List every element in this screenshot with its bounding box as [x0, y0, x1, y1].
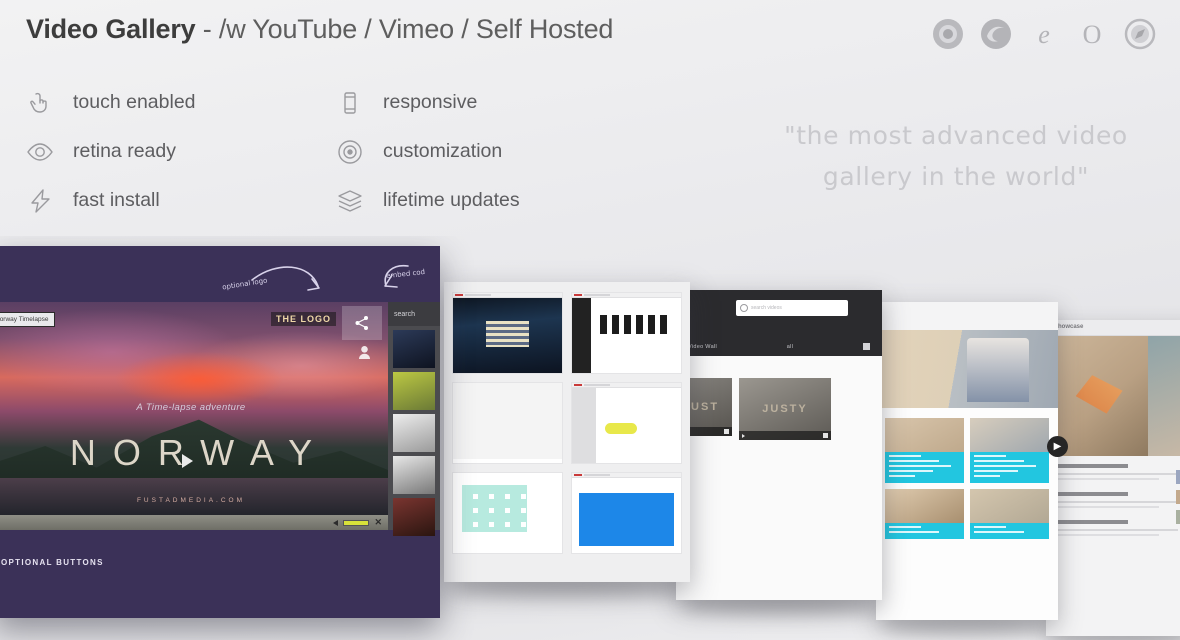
list-item [885, 418, 964, 483]
list-item[interactable] [571, 382, 682, 464]
list-item [885, 489, 964, 539]
eye-icon [24, 136, 56, 168]
feature-label: fast install [73, 189, 160, 211]
search-icon [740, 304, 748, 312]
list-item[interactable] [571, 472, 682, 554]
nav-center-label[interactable]: all [787, 344, 793, 350]
feature-responsive: responsive [334, 78, 644, 127]
dark-panel-body: JUST JUSTY [670, 356, 882, 462]
list-item [970, 489, 1049, 539]
watermark-logo: THE LOGO [271, 312, 336, 326]
list-item [1053, 492, 1180, 508]
grid-panel-cards [444, 282, 690, 564]
list-item[interactable] [393, 414, 435, 452]
internet-explorer-browser-icon: e [1024, 14, 1064, 54]
list-item [1053, 464, 1180, 480]
feature-label: retina ready [73, 140, 176, 162]
layers-stack-icon [334, 185, 366, 217]
showcase-panel-5-title: Showcase [1046, 320, 1180, 336]
list-item[interactable] [393, 498, 435, 536]
close-icon[interactable]: ✕ [374, 518, 382, 527]
quote-line-1: "the most advanced video [784, 121, 1128, 150]
page-title: Video Gallery - /w YouTube / Vimeo / Sel… [26, 14, 613, 45]
showcase-panel-2 [444, 282, 690, 596]
safari-browser-icon [1120, 14, 1160, 54]
list-item[interactable] [393, 330, 435, 368]
close-icon [823, 433, 828, 438]
play-icon[interactable] [182, 454, 193, 468]
list-item[interactable] [452, 382, 563, 464]
page-title-rest: - /w YouTube / Vimeo / Self Hosted [195, 14, 614, 44]
video-title-chip: Norway Timelapse [0, 312, 56, 327]
opera-browser-icon: O [1072, 14, 1112, 54]
firefox-browser-icon [976, 14, 1016, 54]
feature-label: responsive [383, 91, 478, 113]
playlist-sidebar: search [388, 302, 440, 536]
list-item [1053, 520, 1180, 536]
chevron-right-icon[interactable]: ▶ [1047, 436, 1068, 457]
user-icon[interactable] [359, 346, 370, 364]
target-circles-icon [334, 136, 366, 168]
close-icon [724, 429, 729, 434]
cyan-panel-grid [876, 408, 1058, 549]
lightning-bolt-icon [24, 185, 56, 217]
share-icon[interactable] [342, 306, 382, 340]
volume-slider[interactable] [343, 519, 370, 526]
grid-menu-icon[interactable] [863, 343, 870, 350]
video-player-viewport[interactable]: Norway Timelapse THE LOGO A Time-lapse a… [0, 302, 388, 530]
nav-left-label[interactable]: Video Wall [688, 344, 717, 350]
feature-lifetime-updates: lifetime updates [334, 176, 644, 225]
showcase-stage: Showcase ▶ search videos Video Wall all … [0, 236, 1180, 640]
showcase-panel-5-thumbs [1176, 470, 1180, 530]
feature-list: touch enabled responsive retina ready cu… [24, 78, 684, 225]
showcase-panel-3: search videos Video Wall all JUST JUSTY [670, 290, 882, 614]
chrome-browser-icon [928, 14, 968, 54]
footer-note: 50 OPTIONAL BUTTONS [0, 558, 104, 567]
showcase-panel-5-rows [1046, 456, 1180, 556]
svg-text:O: O [1083, 20, 1102, 49]
list-item[interactable] [571, 292, 682, 374]
testimonial-quote: "the most advanced video gallery in the … [746, 116, 1166, 197]
svg-text:e: e [1038, 20, 1050, 49]
page-title-strong: Video Gallery [26, 14, 196, 44]
showcase-panel-4: ▶ [869, 302, 1068, 634]
feature-retina-ready: retina ready [24, 127, 334, 176]
site-watermark: FUSTADMEDIA.COM [136, 497, 246, 504]
sidebar-search-label[interactable]: search [388, 302, 440, 326]
feature-label: touch enabled [73, 91, 196, 113]
play-icon [742, 433, 745, 438]
video-big-word: NORWAY [69, 432, 330, 473]
header-banner: Video Gallery - /w YouTube / Vimeo / Sel… [0, 0, 1180, 250]
video-player-panel: optional logo embed cod Norway Timelapse… [0, 246, 440, 618]
feature-customization: customization [334, 127, 644, 176]
player-footer: 50 OPTIONAL BUTTONS [0, 536, 440, 618]
player-annotations: optional logo embed cod [0, 246, 440, 304]
showcase-panel-5-hero [1046, 336, 1180, 456]
dark-panel-header: search videos Video Wall all [676, 290, 882, 356]
cyan-panel-banner [876, 330, 1058, 408]
browser-support-icons: e O [928, 14, 1160, 54]
search-placeholder: search videos [751, 305, 782, 311]
video-tagline: A Time-lapse adventure [136, 402, 246, 413]
feature-fast-install: fast install [24, 176, 334, 225]
list-item[interactable]: JUSTY [739, 378, 831, 440]
device-mobile-icon [334, 87, 366, 119]
touch-hand-icon [24, 87, 56, 119]
list-item[interactable] [452, 472, 563, 554]
feature-touch-enabled: touch enabled [24, 78, 334, 127]
feature-label: lifetime updates [383, 189, 520, 211]
search-input[interactable]: search videos [736, 300, 848, 316]
player-controls-bar[interactable]: ✕ [0, 515, 388, 530]
list-item[interactable] [393, 372, 435, 410]
quote-line-2: gallery in the world" [822, 161, 1090, 191]
volume-icon[interactable] [333, 519, 339, 526]
list-item[interactable] [393, 456, 435, 494]
showcase-panel-5: Showcase [1046, 320, 1180, 640]
list-item[interactable] [452, 292, 563, 374]
list-item [970, 418, 1049, 483]
feature-label: customization [383, 140, 503, 162]
dark-panel-nav: Video Wall all [676, 343, 882, 350]
